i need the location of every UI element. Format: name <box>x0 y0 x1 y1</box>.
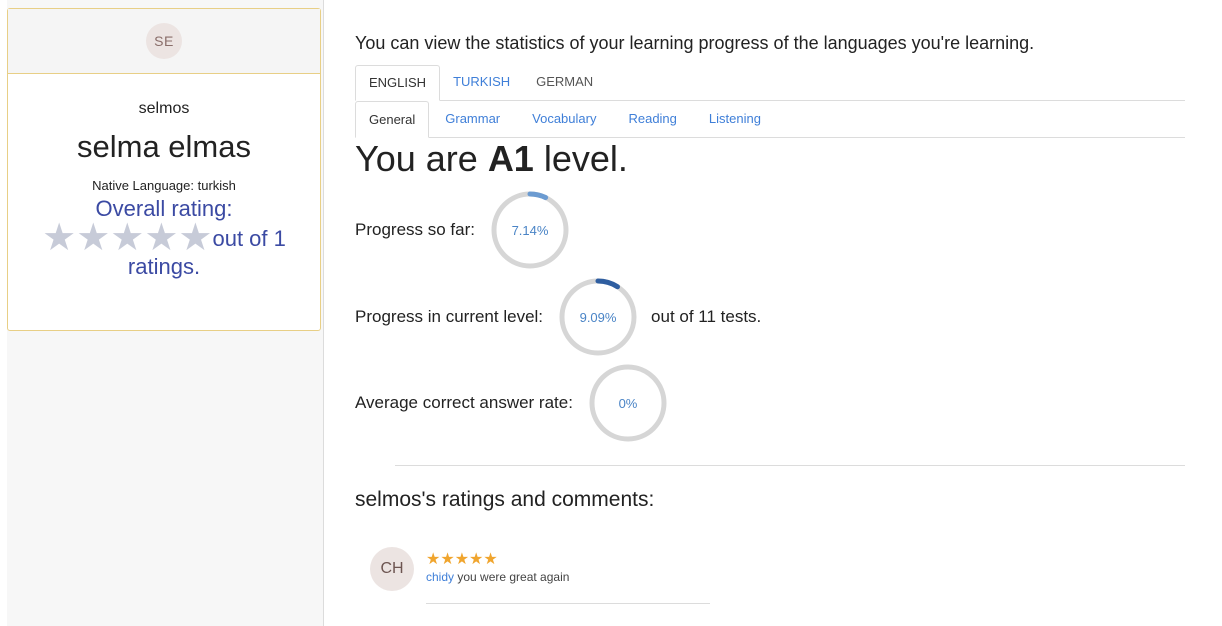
avatar: SE <box>146 23 182 59</box>
profile-card: SE selmos selma elmas Native Language: t… <box>7 8 321 331</box>
tab-german[interactable]: GERMAN <box>523 65 606 100</box>
rating-count: out of 1 <box>212 226 286 251</box>
comment-author-link[interactable]: chidy <box>426 570 454 584</box>
ratings-heading: selmos's ratings and comments: <box>355 488 655 511</box>
language-tabs: ENGLISH TURKISH GERMAN <box>355 65 1185 101</box>
main-content: You can view the statistics of your lear… <box>355 0 1222 626</box>
comment-text: chidy you were great again <box>426 570 569 584</box>
level-value: A1 <box>487 138 534 179</box>
progress-percent: 9.09% <box>579 309 617 325</box>
comment-stars-icon: ★★★★★ <box>426 551 498 568</box>
comment-body: you were great again <box>454 570 570 584</box>
progress-ring: 9.09% <box>557 276 639 358</box>
username: selmos <box>138 100 190 117</box>
stat-progress-current-level: Progress in current level: 9.09% out of … <box>355 276 761 358</box>
stat-after-text: out of 11 tests. <box>651 307 762 326</box>
comment-divider <box>426 603 710 604</box>
progress-ring: 0% <box>587 362 669 444</box>
section-tabs: General Grammar Vocabulary Reading Liste… <box>355 101 1185 138</box>
level-heading: You are A1 level. <box>355 138 628 179</box>
tab-listening[interactable]: Listening <box>693 101 777 137</box>
sidebar: SE selmos selma elmas Native Language: t… <box>7 0 324 626</box>
tab-general[interactable]: General <box>355 101 430 138</box>
stat-label: Progress so far: <box>355 220 475 239</box>
overall-rating: Overall rating: ★★★★★out of 1 ratings. <box>8 195 320 281</box>
comment-item: CH ★★★★★ chidy you were great again <box>370 545 710 605</box>
intro-text: You can view the statistics of your lear… <box>355 33 1035 53</box>
tab-reading[interactable]: Reading <box>612 101 692 137</box>
progress-percent: 0% <box>618 395 638 411</box>
progress-ring: 7.14% <box>489 189 571 271</box>
progress-percent: 7.14% <box>511 222 549 238</box>
tab-turkish[interactable]: TURKISH <box>440 65 523 100</box>
stat-progress-so-far: Progress so far: 7.14% <box>355 189 571 271</box>
divider <box>395 465 1185 466</box>
stat-label: Progress in current level: <box>355 307 544 326</box>
profile-header: SE <box>8 9 320 74</box>
stat-average-correct: Average correct answer rate: 0% <box>355 362 669 444</box>
tab-english[interactable]: ENGLISH <box>355 65 441 101</box>
commenter-avatar[interactable]: CH <box>370 547 414 591</box>
stat-label: Average correct answer rate: <box>355 393 573 412</box>
tab-grammar[interactable]: Grammar <box>429 101 516 137</box>
full-name: selma elmas <box>77 129 251 164</box>
tab-vocabulary[interactable]: Vocabulary <box>516 101 612 137</box>
native-language: Native Language: turkish <box>92 178 236 193</box>
